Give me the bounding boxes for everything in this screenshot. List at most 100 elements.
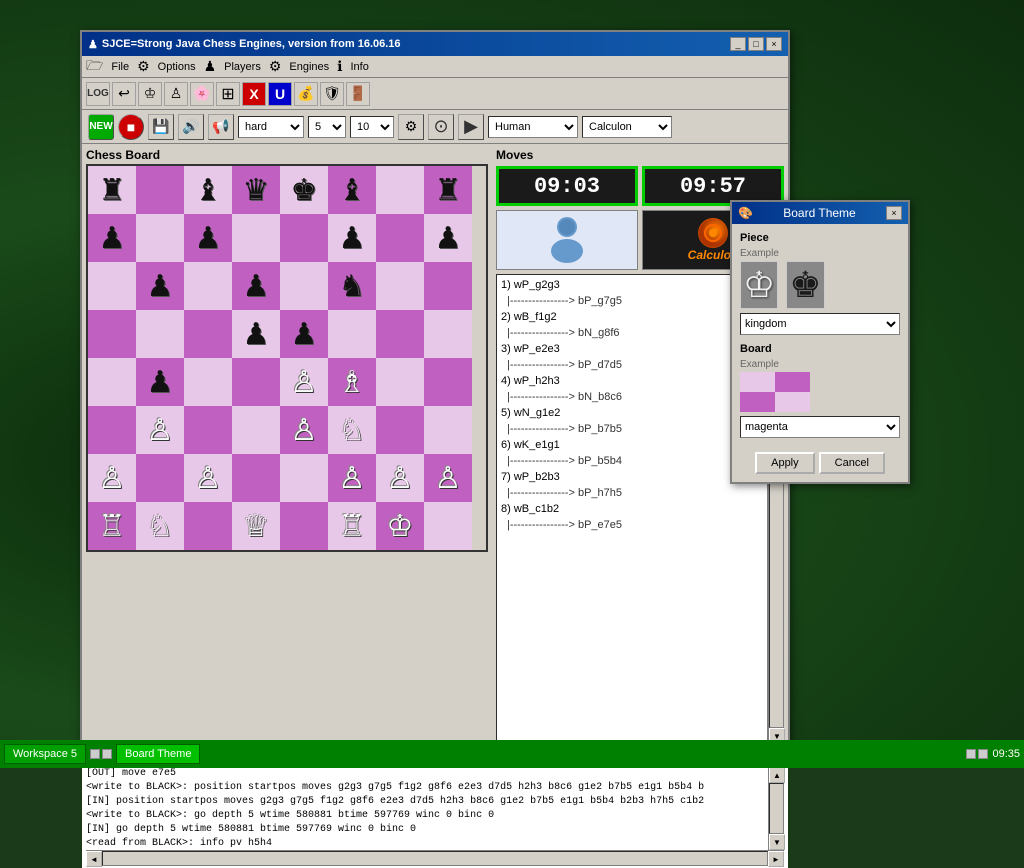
chess-cell-1-6[interactable] (376, 214, 424, 262)
chess-cell-6-1[interactable] (136, 454, 184, 502)
chess-cell-1-0[interactable]: ♟ (88, 214, 136, 262)
chess-cell-4-4[interactable]: ♙ (280, 358, 328, 406)
chess-cell-4-2[interactable] (184, 358, 232, 406)
chess-cell-5-2[interactable] (184, 406, 232, 454)
scroll-right-button[interactable]: ► (768, 851, 784, 867)
chess-cell-3-4[interactable]: ♟ (280, 310, 328, 358)
settings-button[interactable]: ⚙ (398, 114, 424, 140)
chess-cell-6-3[interactable] (232, 454, 280, 502)
chess-board[interactable]: ♜♝♛♚♝♜♟♟♟♟♟♟♞♟♟♟♙♗♙♙♘♙♙♙♙♙♖♘♕♖♔ (86, 164, 488, 552)
toolbar-undo[interactable]: ↩ (112, 82, 136, 106)
engine-text[interactable]: [OUT] move e7e5<write to BLACK>: positio… (86, 767, 768, 850)
chess-cell-4-3[interactable] (232, 358, 280, 406)
chess-cell-0-4[interactable]: ♚ (280, 166, 328, 214)
moves-list[interactable]: 1) wP_g2g3|----------------> bP_g7g52) w… (496, 274, 768, 744)
chess-cell-4-5[interactable]: ♗ (328, 358, 376, 406)
chess-cell-0-6[interactable] (376, 166, 424, 214)
chess-cell-6-7[interactable]: ♙ (424, 454, 472, 502)
engine-scroll-down[interactable]: ▼ (769, 834, 785, 850)
chess-cell-0-1[interactable] (136, 166, 184, 214)
chess-cell-2-1[interactable]: ♟ (136, 262, 184, 310)
engine-scrollbar[interactable]: ▲ ▼ (768, 767, 784, 850)
toolbar-flower[interactable]: 🌸 (190, 82, 214, 106)
toolbar-coins[interactable]: 💰 (294, 82, 318, 106)
chess-cell-1-1[interactable] (136, 214, 184, 262)
chess-cell-5-7[interactable] (424, 406, 472, 454)
black-player-select[interactable]: Calculon Human Engine (582, 116, 672, 138)
menu-file[interactable]: File (105, 59, 135, 75)
chess-cell-2-7[interactable] (424, 262, 472, 310)
engine-scroll-thumb[interactable] (769, 783, 784, 834)
save-button[interactable]: 💾 (148, 114, 174, 140)
close-button[interactable]: × (766, 37, 782, 51)
chess-cell-2-6[interactable] (376, 262, 424, 310)
chess-cell-2-2[interactable] (184, 262, 232, 310)
chess-cell-5-3[interactable] (232, 406, 280, 454)
menu-options[interactable]: Options (152, 59, 202, 75)
chess-cell-1-4[interactable] (280, 214, 328, 262)
new-game-button[interactable]: NEW (88, 114, 114, 140)
apply-button[interactable]: Apply (755, 452, 815, 474)
chess-cell-5-6[interactable] (376, 406, 424, 454)
h-scroll-thumb[interactable] (102, 851, 768, 866)
taskbar-board-theme[interactable]: Board Theme (116, 744, 200, 764)
toolbar-shield[interactable]: 🛡 (320, 82, 344, 106)
toolbar-piece1[interactable]: ♔ (138, 82, 162, 106)
chess-cell-6-6[interactable]: ♙ (376, 454, 424, 502)
chess-cell-1-5[interactable]: ♟ (328, 214, 376, 262)
chess-cell-5-4[interactable]: ♙ (280, 406, 328, 454)
menu-players[interactable]: Players (218, 59, 267, 75)
chess-cell-6-0[interactable]: ♙ (88, 454, 136, 502)
chess-cell-6-5[interactable]: ♙ (328, 454, 376, 502)
chess-cell-7-3[interactable]: ♕ (232, 502, 280, 550)
chess-cell-5-5[interactable]: ♘ (328, 406, 376, 454)
chess-cell-3-3[interactable]: ♟ (232, 310, 280, 358)
toolbar-x[interactable]: X (242, 82, 266, 106)
play-button[interactable]: ▶ (458, 114, 484, 140)
chess-cell-5-0[interactable] (88, 406, 136, 454)
chess-cell-7-0[interactable]: ♖ (88, 502, 136, 550)
chess-cell-1-7[interactable]: ♟ (424, 214, 472, 262)
engine-scroll-up[interactable]: ▲ (769, 767, 785, 783)
chess-cell-7-5[interactable]: ♖ (328, 502, 376, 550)
chess-cell-4-0[interactable] (88, 358, 136, 406)
chess-cell-0-3[interactable]: ♛ (232, 166, 280, 214)
cancel-button[interactable]: Cancel (819, 452, 885, 474)
menu-engines[interactable]: Engines (283, 59, 335, 75)
stop-button[interactable]: ■ (118, 114, 144, 140)
chess-cell-5-1[interactable]: ♙ (136, 406, 184, 454)
minimize-button[interactable]: _ (730, 37, 746, 51)
menu-info[interactable]: Info (345, 59, 375, 75)
depth-select[interactable]: 5 3 7 (308, 116, 346, 138)
maximize-button[interactable]: □ (748, 37, 764, 51)
chess-cell-3-5[interactable] (328, 310, 376, 358)
chess-cell-2-3[interactable]: ♟ (232, 262, 280, 310)
horizontal-scrollbar[interactable]: ◄ ► (86, 850, 784, 866)
toolbar-log[interactable]: LOG (86, 82, 110, 106)
chess-cell-1-2[interactable]: ♟ (184, 214, 232, 262)
board-color-select[interactable]: magenta green blue brown (740, 416, 900, 438)
toolbar-grid[interactable]: ⊞ (216, 82, 240, 106)
toolbar-exit[interactable]: 🚪 (346, 82, 370, 106)
chess-cell-0-0[interactable]: ♜ (88, 166, 136, 214)
theme-close-button[interactable]: × (886, 206, 902, 220)
toolbar-piece2[interactable]: ♙ (164, 82, 188, 106)
forward-button[interactable]: ⊙ (428, 114, 454, 140)
chess-cell-7-7[interactable] (424, 502, 472, 550)
chess-cell-1-3[interactable] (232, 214, 280, 262)
chess-cell-3-2[interactable] (184, 310, 232, 358)
piece-theme-select[interactable]: kingdom classic modern fantasy (740, 313, 900, 335)
chess-cell-2-4[interactable] (280, 262, 328, 310)
speaker-button[interactable]: 📢 (208, 114, 234, 140)
chess-cell-2-0[interactable] (88, 262, 136, 310)
chess-cell-7-4[interactable] (280, 502, 328, 550)
chess-cell-4-1[interactable]: ♟ (136, 358, 184, 406)
chess-cell-3-0[interactable] (88, 310, 136, 358)
sound-button[interactable]: 🔊 (178, 114, 204, 140)
chess-cell-3-7[interactable] (424, 310, 472, 358)
chess-cell-2-5[interactable]: ♞ (328, 262, 376, 310)
chess-cell-0-5[interactable]: ♝ (328, 166, 376, 214)
toolbar-u[interactable]: U (268, 82, 292, 106)
chess-cell-3-1[interactable] (136, 310, 184, 358)
scroll-left-button[interactable]: ◄ (86, 851, 102, 867)
